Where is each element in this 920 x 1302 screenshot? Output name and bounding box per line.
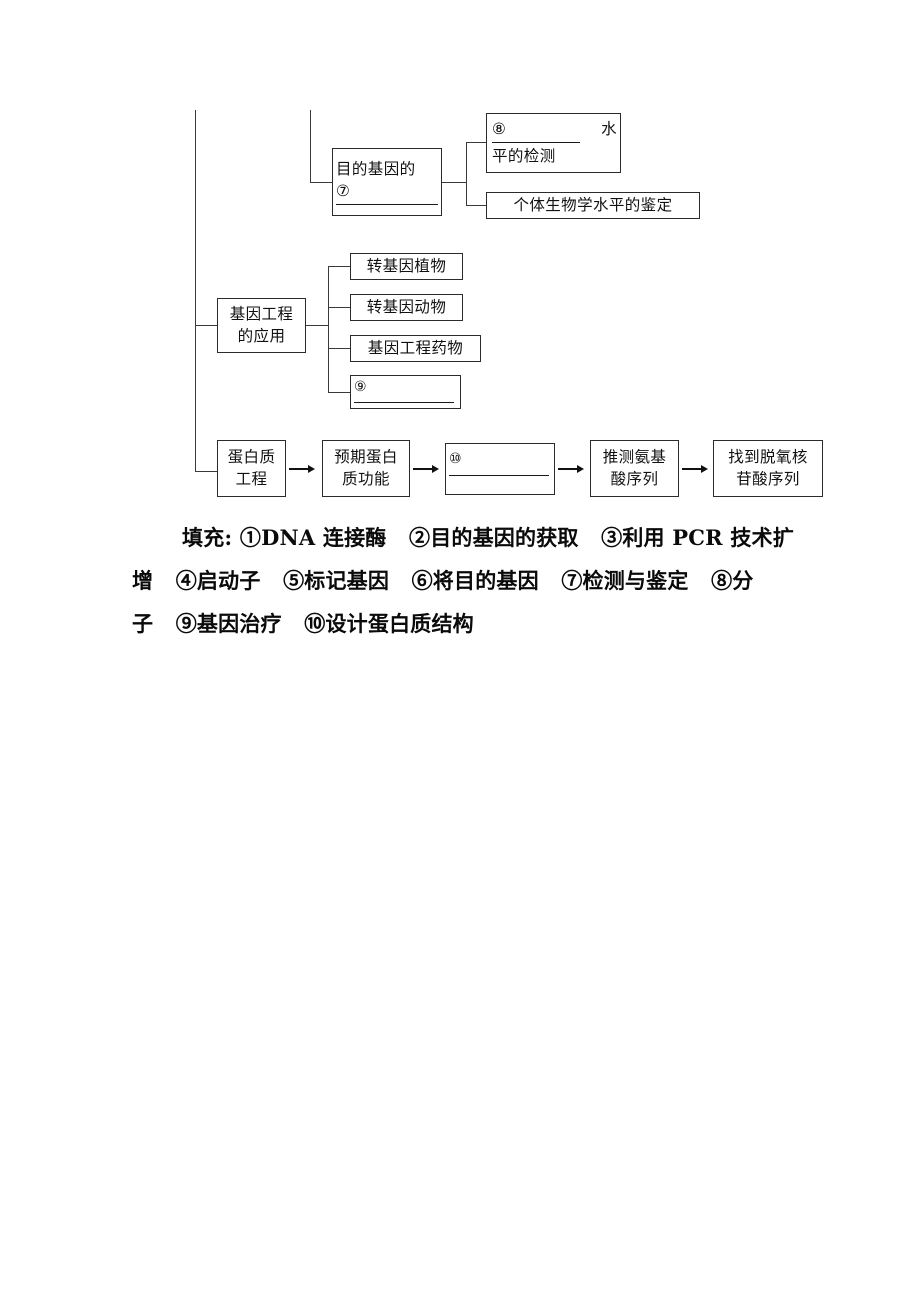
- detection-fan-trunk: [466, 142, 467, 205]
- molecular-detection-blank-number: ⑧: [492, 119, 507, 138]
- individual-identification-label: 个体生物学水平的鉴定: [513, 195, 673, 214]
- molecular-detection-line2: 平的检测: [492, 147, 556, 165]
- molecular-detection-line1-suffix: 水: [601, 119, 617, 138]
- application-fan-trunk: [328, 266, 329, 392]
- node-genetic-engineering-application: 基因工程 的应用: [217, 298, 306, 353]
- genetic-engineering-drug-label: 基因工程药物: [367, 338, 464, 357]
- application-fan-stub-3: [328, 348, 350, 349]
- application-spine-stub: [195, 325, 217, 326]
- node-transgenic-plant: 转基因植物: [350, 253, 463, 280]
- node-genetic-engineering-drug: 基因工程药物: [350, 335, 481, 362]
- expected-protein-function-line2: 质功能: [342, 469, 390, 488]
- application-fan-stub-1: [328, 266, 350, 267]
- detection-fan-stub-individual: [466, 205, 486, 206]
- application-fan-stub-left: [306, 325, 328, 326]
- application-fan-stub-4: [328, 392, 350, 393]
- node-protein-engineering: 蛋白质 工程: [217, 440, 286, 497]
- answer-key-line-3: 子 ⑨基因治疗 ⑩设计蛋白质结构: [132, 611, 474, 636]
- node-target-gene-detection-blank-number: ⑦: [336, 181, 351, 200]
- node-expected-protein-function: 预期蛋白 质功能: [322, 440, 410, 497]
- flow-blank-ten-number: ⑩: [449, 451, 462, 467]
- infer-amino-acid-line1: 推测氨基: [602, 448, 667, 467]
- flow-arrow-3-shaft: [558, 468, 578, 470]
- detection-fan-stub-left: [442, 182, 466, 183]
- main-spine-line: [195, 110, 196, 472]
- flow-arrow-4-head: [701, 465, 708, 473]
- transgenic-animal-label: 转基因动物: [366, 297, 447, 316]
- node-target-gene-detection: 目的基因的 ⑦: [332, 148, 442, 216]
- find-deoxynucleotide-line2: 苷酸序列: [736, 469, 800, 488]
- application-line2: 的应用: [237, 326, 286, 345]
- molecular-detection-line1: ⑧ 水: [492, 119, 617, 140]
- concept-map-diagram: 目的基因的 ⑦ ⑧ 水 平的检测 个体生物学水平的鉴定 基因工程 的应用 转基因…: [0, 0, 920, 515]
- transgenic-plant-label: 转基因植物: [366, 256, 447, 275]
- flow-arrow-1-head: [308, 465, 315, 473]
- flow-blank-ten-rule: [449, 475, 549, 477]
- node-flow-blank-ten: ⑩: [445, 443, 555, 495]
- application-blank-nine-number: ⑨: [354, 379, 367, 395]
- detection-fan-stub-molecular: [466, 142, 486, 143]
- protein-engineering-line2: 工程: [235, 469, 268, 488]
- flow-arrow-4: [682, 462, 708, 476]
- molecular-detection-blank-rule: [492, 142, 580, 143]
- flow-arrow-1: [289, 462, 315, 476]
- node-application-blank-nine: ⑨: [350, 375, 461, 409]
- flow-arrow-2-shaft: [413, 468, 433, 470]
- node-individual-level-identification: 个体生物学水平的鉴定: [486, 192, 700, 219]
- node-molecular-level-detection: ⑧ 水 平的检测: [486, 113, 621, 173]
- expected-protein-function-line1: 预期蛋白: [334, 448, 398, 467]
- application-fan-stub-2: [328, 307, 350, 308]
- detection-branch-riser: [310, 110, 311, 182]
- infer-amino-acid-line2: 酸序列: [610, 469, 659, 488]
- protein-engineering-line1: 蛋白质: [227, 448, 276, 467]
- answer-key-line-1: 填充: ①DNA 连接酶 ②目的基因的获取 ③利用 PCR 技术扩: [182, 525, 794, 550]
- protein-engineering-spine-stub: [195, 471, 217, 472]
- flow-arrow-4-shaft: [682, 468, 702, 470]
- flow-arrow-2-head: [432, 465, 439, 473]
- node-target-gene-detection-blank-rule: [336, 203, 438, 205]
- node-target-gene-detection-line1: 目的基因的: [336, 160, 416, 179]
- node-transgenic-animal: 转基因动物: [350, 294, 463, 321]
- flow-arrow-3-head: [577, 465, 584, 473]
- node-find-deoxynucleotide-sequence: 找到脱氧核 苷酸序列: [713, 440, 823, 497]
- flow-arrow-3: [558, 462, 584, 476]
- node-infer-amino-acid-sequence: 推测氨基 酸序列: [590, 440, 679, 497]
- detection-branch-stub: [310, 182, 333, 183]
- answer-key-line-2: 增 ④启动子 ⑤标记基因 ⑥将目的基因 ⑦检测与鉴定 ⑧分: [132, 568, 754, 593]
- application-blank-nine-rule: [354, 402, 454, 404]
- application-line1: 基因工程: [229, 305, 294, 324]
- flow-arrow-2: [413, 462, 439, 476]
- flow-arrow-1-shaft: [289, 468, 309, 470]
- worksheet-page: 目的基因的 ⑦ ⑧ 水 平的检测 个体生物学水平的鉴定 基因工程 的应用 转基因…: [0, 0, 920, 1302]
- find-deoxynucleotide-line1: 找到脱氧核: [728, 448, 808, 467]
